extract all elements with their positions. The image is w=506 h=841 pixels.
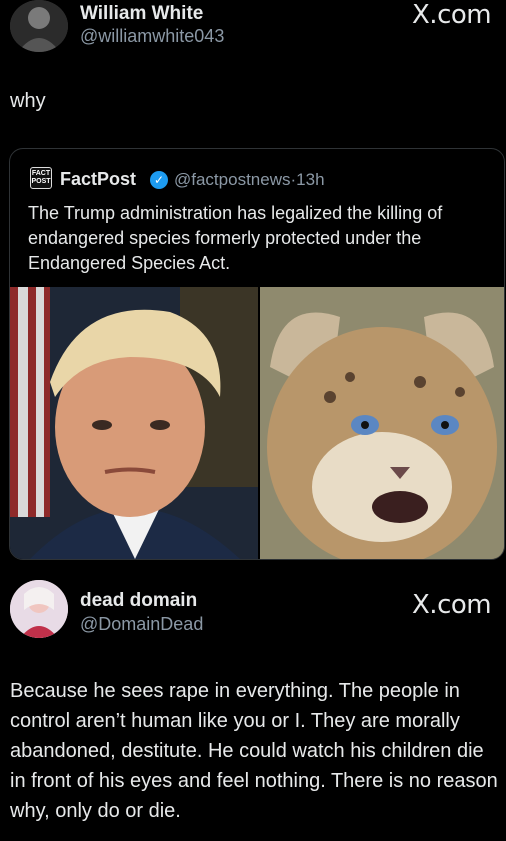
- quoted-meta: @factpostnews·13h: [174, 170, 325, 190]
- x-brand-logo: X.com: [412, 0, 492, 30]
- quoted-image-cougar-kitten[interactable]: [260, 287, 504, 559]
- verified-badge-icon: ✓: [150, 171, 168, 189]
- author-name[interactable]: William White: [80, 3, 203, 25]
- reply-text: Because he sees rape in everything. The …: [10, 680, 498, 822]
- avatar-william-white[interactable]: [10, 0, 68, 52]
- portrait-illustration: [10, 287, 258, 559]
- quoted-timestamp[interactable]: 13h: [296, 170, 324, 189]
- reply-author-name[interactable]: dead domain: [80, 590, 197, 612]
- x-brand-logo-reply: X.com: [412, 590, 492, 620]
- quoted-author-name[interactable]: FactPost: [60, 169, 136, 190]
- quoted-author-handle[interactable]: @factpostnews: [174, 170, 290, 189]
- factpost-logo-icon: FACT POST: [30, 167, 52, 189]
- quoted-post-text: The Trump administration has legalized t…: [28, 203, 443, 273]
- avatar-dead-domain[interactable]: [10, 580, 68, 638]
- reply-author-handle[interactable]: @DomainDead: [80, 614, 203, 635]
- quoted-post-card[interactable]: FACT POST FactPost ✓ @factpostnews·13h Th…: [9, 148, 505, 560]
- post-text: why: [10, 90, 46, 112]
- quoted-image-portrait[interactable]: [10, 287, 258, 559]
- avatar-image: [10, 0, 68, 52]
- author-handle[interactable]: @williamwhite043: [80, 26, 224, 47]
- kitten-illustration: [260, 287, 504, 559]
- avatar-image: [10, 580, 68, 638]
